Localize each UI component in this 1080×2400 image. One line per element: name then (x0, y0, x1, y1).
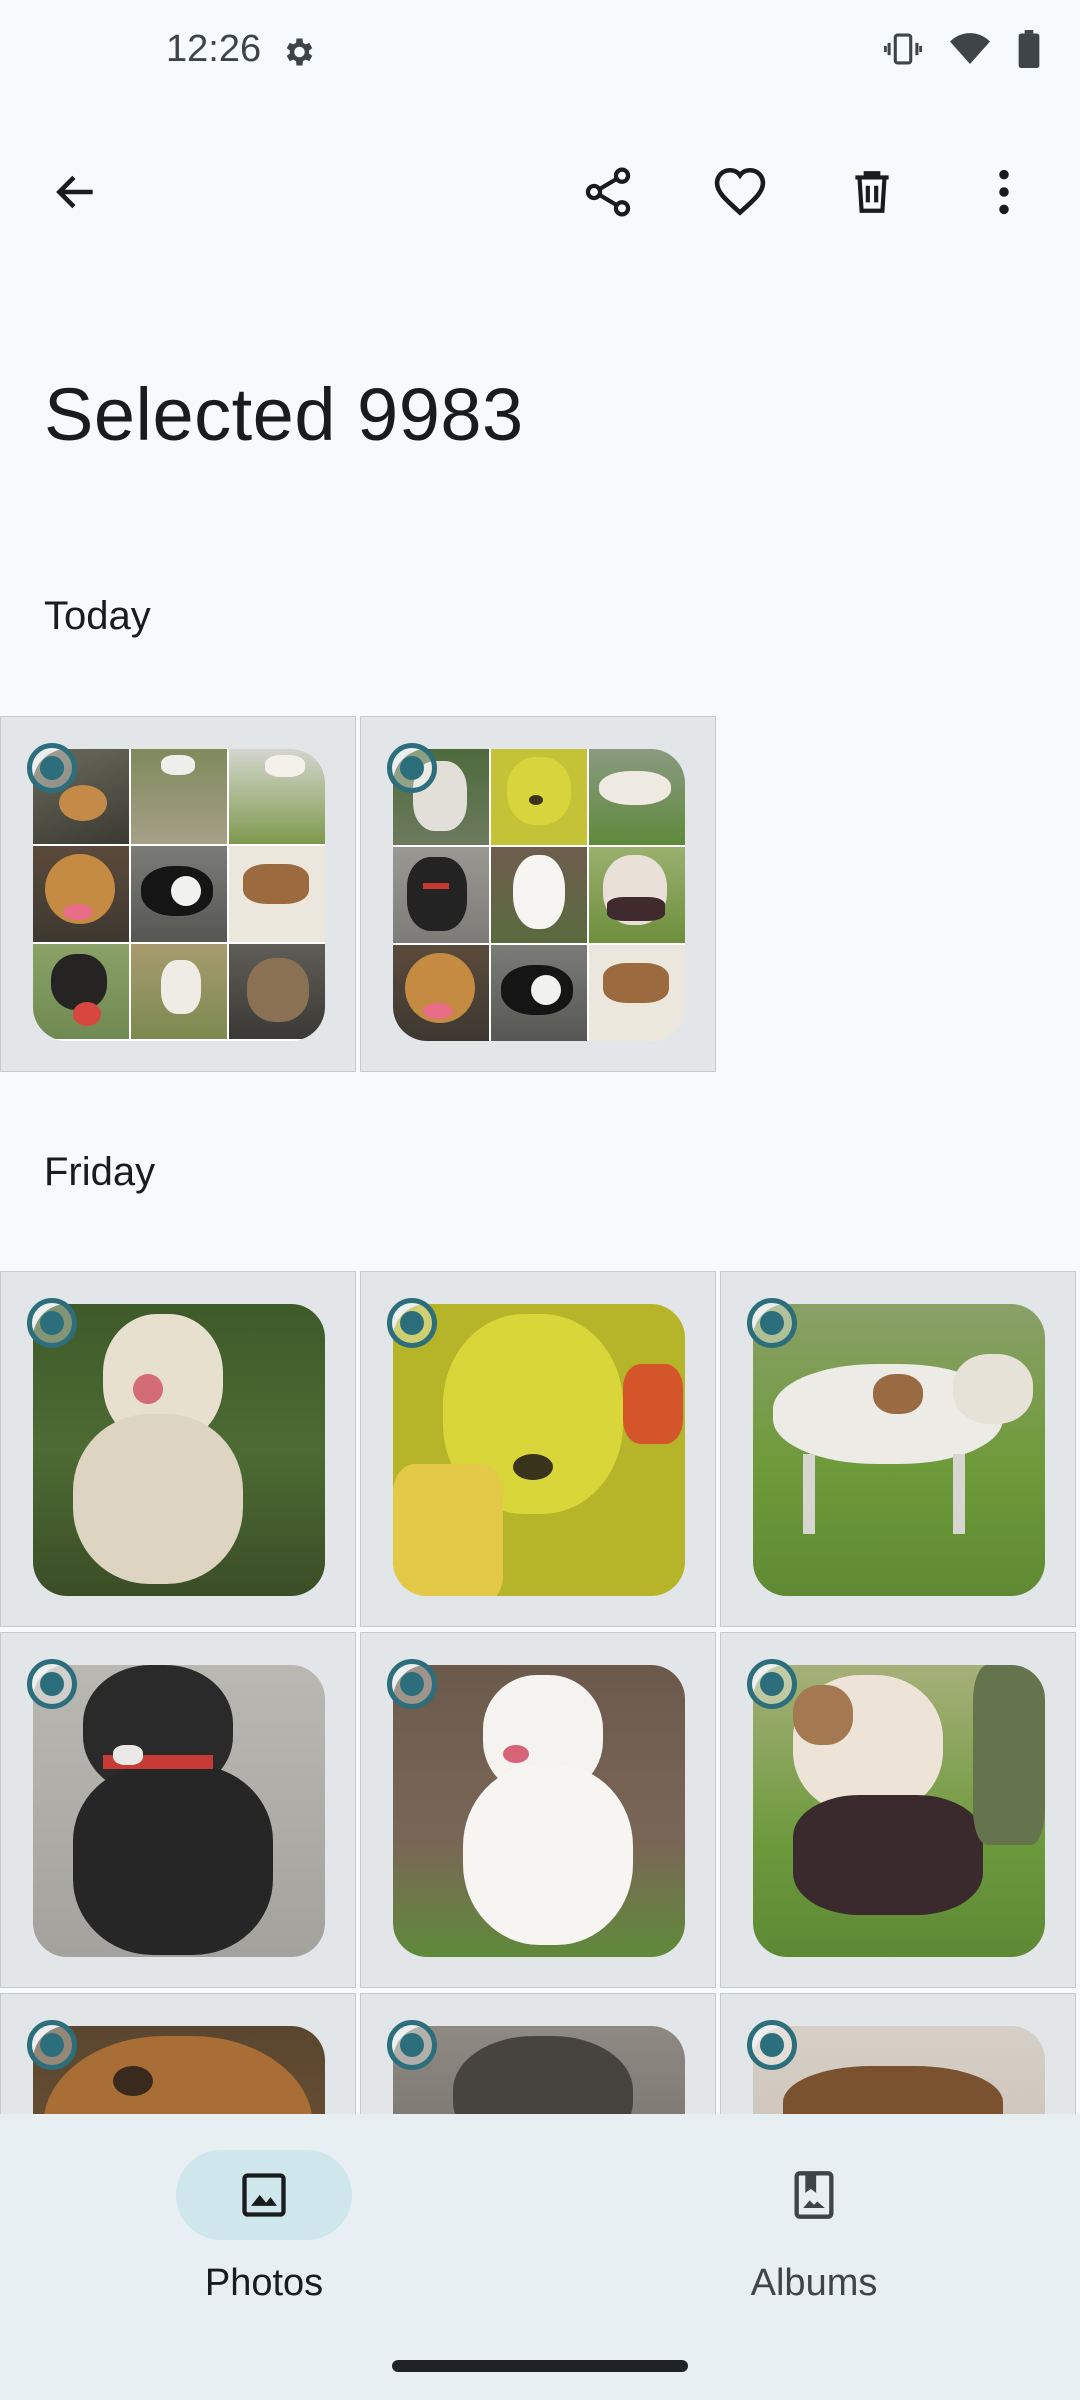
share-icon (585, 167, 631, 217)
dog-photo (33, 1304, 325, 1596)
photo-tile[interactable] (0, 716, 356, 1072)
nav-item-albums[interactable]: Albums (684, 2150, 944, 2305)
photo-tile[interactable] (720, 1271, 1076, 1627)
settings-gear-icon (286, 38, 313, 66)
selected-check-icon[interactable] (387, 743, 437, 793)
top-app-bar (0, 150, 1080, 234)
heart-icon (714, 167, 766, 216)
selected-check-icon[interactable] (27, 743, 77, 793)
photo-icon (242, 2173, 286, 2217)
photo-tile[interactable] (360, 1632, 716, 1988)
selected-check-icon[interactable] (27, 2020, 77, 2070)
selected-check-icon[interactable] (387, 2020, 437, 2070)
arrow-back-icon (56, 175, 93, 209)
nav-inactive-indicator (726, 2150, 902, 2240)
photo-tile[interactable] (0, 1271, 356, 1627)
bottom-navigation-bar: Photos Albums (0, 2114, 1080, 2400)
album-icon (794, 2171, 834, 2219)
album-collage-image (393, 749, 685, 1041)
battery-icon (1018, 30, 1040, 68)
photo-tile[interactable] (0, 1632, 356, 1988)
selected-check-icon[interactable] (747, 1298, 797, 1348)
album-collage-image (33, 749, 325, 1041)
nav-label-photos: Photos (204, 2262, 324, 2304)
dog-photo (393, 1304, 685, 1596)
section-header-today: Today (44, 594, 151, 638)
trash-icon (855, 171, 889, 213)
vibrate-icon (884, 33, 922, 65)
wifi-icon (950, 33, 990, 64)
photo-tile[interactable] (360, 1271, 716, 1627)
photo-tile[interactable] (720, 1632, 1076, 1988)
dog-photo (393, 1665, 685, 1957)
gesture-home-indicator[interactable] (392, 2360, 688, 2372)
dog-photo (33, 1665, 325, 1957)
photo-tile[interactable] (360, 716, 716, 1072)
selection-count-title: Selected 9983 (44, 373, 524, 456)
dog-photo (753, 1304, 1045, 1596)
nav-item-photos[interactable]: Photos (134, 2150, 394, 2305)
selected-check-icon[interactable] (387, 1659, 437, 1709)
back-button[interactable] (34, 150, 118, 234)
nav-label-albums: Albums (750, 2262, 878, 2304)
section-header-friday: Friday (44, 1150, 156, 1194)
selected-check-icon[interactable] (747, 1659, 797, 1709)
selected-check-icon[interactable] (387, 1298, 437, 1348)
more-options-button[interactable] (962, 150, 1046, 234)
share-button[interactable] (566, 150, 650, 234)
selected-check-icon[interactable] (27, 1659, 77, 1709)
selected-check-icon[interactable] (747, 2020, 797, 2070)
nav-active-indicator (176, 2150, 352, 2240)
dog-photo (753, 1665, 1045, 1957)
more-vert-icon (999, 169, 1009, 215)
favorite-button[interactable] (698, 150, 782, 234)
delete-button[interactable] (830, 150, 914, 234)
status-time: 12:26 (166, 28, 262, 70)
selected-check-icon[interactable] (27, 1298, 77, 1348)
status-bar: 12:26 (0, 0, 1080, 110)
